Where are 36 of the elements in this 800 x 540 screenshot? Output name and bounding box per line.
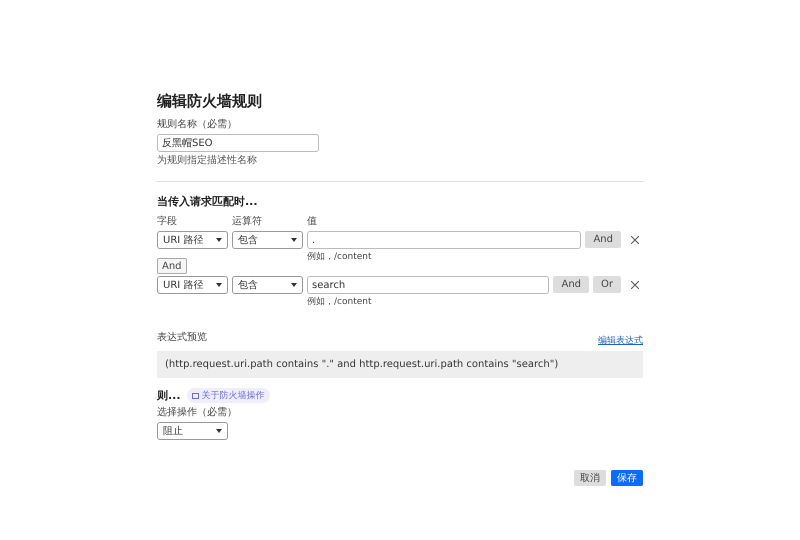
operator-dropdown[interactable]: 包含 bbox=[232, 231, 303, 249]
field-label: 选择操作（必需） bbox=[157, 406, 238, 419]
cancel-button[interactable]: 取消 bbox=[574, 470, 606, 486]
condition-button[interactable]: Or bbox=[593, 276, 621, 293]
value-field[interactable]: search bbox=[307, 276, 550, 294]
condition-button[interactable]: And bbox=[553, 276, 590, 293]
expression-preview: (http.request.uri.path contains "." and http.request.uri.path contains "search") bbox=[157, 351, 643, 378]
section-heading: 则... bbox=[157, 388, 181, 403]
column-label: 值 bbox=[307, 215, 317, 228]
field-dropdown[interactable]: URI 路径 bbox=[157, 231, 228, 249]
caret-icon bbox=[216, 283, 222, 287]
connector-button[interactable]: And bbox=[157, 258, 187, 274]
close-icon[interactable] bbox=[631, 236, 639, 244]
value-field[interactable]: . bbox=[307, 231, 582, 249]
example-hint: 例如，/content bbox=[307, 296, 372, 308]
info-badge[interactable]: 关于防火墙操作 bbox=[186, 388, 270, 403]
column-label: 运算符 bbox=[232, 214, 263, 228]
caret-icon bbox=[216, 429, 222, 433]
field-dropdown[interactable]: URI 路径 bbox=[157, 276, 228, 294]
operator-dropdown[interactable]: 包含 bbox=[232, 276, 303, 294]
caret-icon bbox=[291, 238, 297, 242]
rule-name-field[interactable]: 反黑帽SEO bbox=[157, 134, 319, 152]
page-title: 编辑防火墙规则 bbox=[157, 92, 263, 111]
caret-icon bbox=[291, 283, 297, 287]
caret-icon bbox=[216, 238, 222, 242]
action-dropdown[interactable]: 阻止 bbox=[157, 422, 228, 440]
close-icon[interactable] bbox=[631, 281, 639, 289]
field-hint: 为规则指定描述性名称 bbox=[157, 154, 258, 167]
field-label: 表达式预览 bbox=[157, 330, 207, 344]
field-label: 规则名称（必需） bbox=[157, 118, 238, 131]
save-button[interactable]: 保存 bbox=[611, 470, 643, 486]
edit-expression-link[interactable]: 编辑表达式 bbox=[598, 334, 643, 347]
example-hint: 例如，/content bbox=[307, 250, 372, 263]
condition-button[interactable]: And bbox=[585, 231, 621, 248]
column-label: 字段 bbox=[157, 214, 178, 228]
section-heading: 当传入请求匹配时... bbox=[157, 194, 259, 209]
